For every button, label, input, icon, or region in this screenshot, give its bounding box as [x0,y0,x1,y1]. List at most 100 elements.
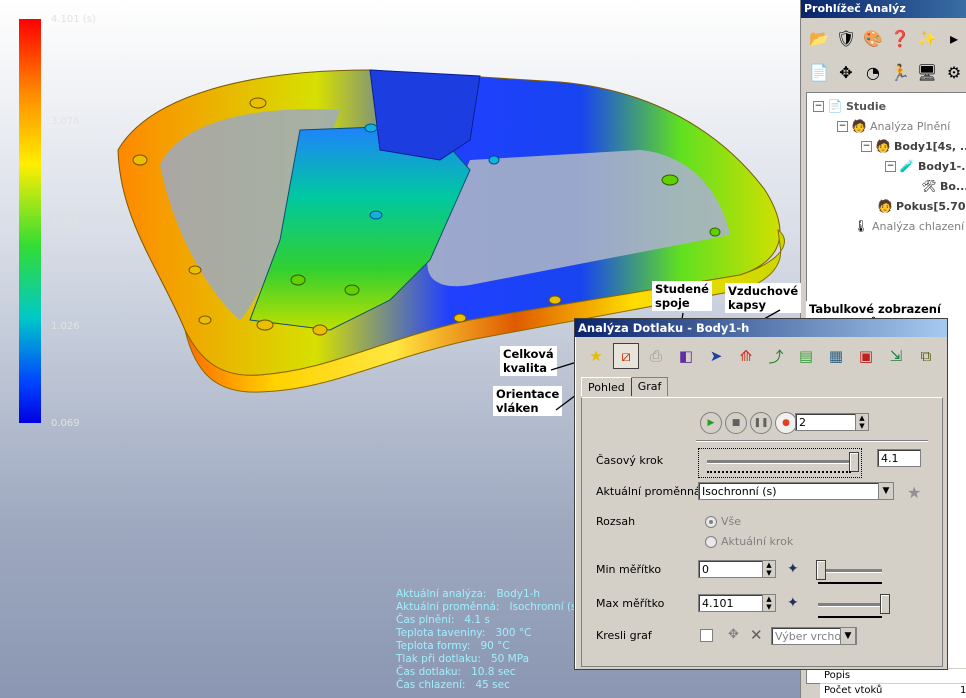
pick-icon[interactable]: ✥ [728,627,739,642]
sink-icon[interactable]: ⟰ [733,343,759,369]
slider-ticks [707,471,851,475]
info-line: Teplota formy: 90 °C [396,640,510,652]
scale-tick-label: 3.076 [51,116,80,127]
collapse-icon[interactable]: − [885,160,896,172]
casovy-krok-input[interactable]: 4.1 [877,449,921,467]
panel-toolbar-2: 📄 ✥ ◔ 🏃 🖥 ⚙ [807,60,966,84]
time-step-slider[interactable] [698,448,862,478]
help-icon[interactable]: ❓ [888,26,912,50]
cool-icon: 🛠 [921,179,937,193]
max-meritko-spinner[interactable]: ▲ ▼ [762,594,776,612]
thermometer-icon: 🌡 [853,219,869,233]
prop-popis[interactable]: Popis [820,668,966,683]
star-icon[interactable]: ★ [583,343,609,369]
min-slider-track [818,569,882,573]
tree-node-body1-h[interactable]: − 🧪 Body1-... [885,158,966,174]
fiber-orientation-icon[interactable]: ⧄ [613,343,639,369]
chevron-down-icon[interactable]: ▼ [878,482,894,500]
casovy-krok-label: Časový krok [596,454,664,467]
kresli-graf-label: Kresli graf [596,629,652,642]
weld-lines-icon[interactable]: ◧ [673,343,699,369]
chevron-down-icon[interactable]: ▼ [840,627,856,645]
tree-node-plneni[interactable]: − 🧑 Analýza Plnění [837,118,950,134]
settings-icon[interactable]: ⚙ [942,60,966,84]
scale-min-label: 0.069 [51,418,80,429]
tree-node-chlazeni[interactable]: 🌡 Analýza chlazení [853,218,964,234]
collapse-icon[interactable]: − [837,120,848,132]
wand-icon[interactable]: ✦ [787,561,799,577]
panel-toolbar-1: 📂 🛡 🎨 ❓ ✨ ▸ [807,26,966,50]
info-line: Čas chlazení: 45 sec [396,679,510,691]
report-icon[interactable]: ⧉ [913,343,939,369]
play-icon[interactable]: ▶ [700,412,722,434]
radio-aktualni-krok[interactable]: Aktuální krok [705,535,793,548]
printer-icon[interactable]: ⎙ [643,343,669,369]
stop-icon[interactable]: ■ [725,412,747,434]
fill-icon[interactable]: 🎨 [861,26,885,50]
min-slider-thumb[interactable] [816,560,826,580]
pause-icon[interactable]: ❚❚ [750,412,772,434]
pack-analysis-dialog: Analýza Dotlaku - Body1-h ★ ⧄ ⎙ ◧ ➤ ⟰ ⤴ … [574,318,948,670]
info-line: Tlak při dotlaku: 50 MPa [396,653,530,665]
panel-title: Prohlížeč Analýz [801,0,966,18]
aktualni-promenna-select[interactable]: Isochronní (s) [698,482,894,500]
step-count-input[interactable]: 2 [795,413,857,431]
star-icon[interactable]: ★ [907,483,921,502]
dialog-title: Analýza Dotlaku - Body1-h [575,319,947,337]
run-icon[interactable]: 🏃 [888,60,912,84]
slider-underline [818,582,882,584]
rozsah-label: Rozsah [596,515,636,528]
divider [696,440,928,442]
close-icon[interactable]: ✕ [750,626,763,644]
kresli-graf-checkbox[interactable] [700,629,713,642]
mesh-icon[interactable]: ▤ [793,343,819,369]
document-icon: 📄 [827,99,843,113]
analysis-icon: 🧑 [851,119,867,133]
deflection-icon[interactable]: ⤴ [763,343,789,369]
callout-celkova-kvalita: Celková kvalita [500,346,557,376]
report-icon[interactable]: 🖥 [915,60,939,84]
analysis-info: Aktuální analýza: Body1-h Aktuální promě… [396,588,581,692]
scale-tick-label: 1.026 [51,321,80,332]
gauge-icon[interactable]: ◔ [861,60,885,84]
callout-studene-spoje: Studené spoje [652,281,712,311]
callout-vzduchove-kapsy: Vzduchové kapsy [725,283,802,313]
export-icon[interactable]: ⇲ [883,343,909,369]
property-grid: Popis Počet vtoků 1 [820,668,966,698]
slider-track [707,460,851,464]
tree-node-studie[interactable]: − 📄 Studie [813,98,886,114]
tree-node-pokus[interactable]: 🧑 Pokus[5.70... [877,198,966,214]
mesh-icon[interactable]: ✥ [834,60,858,84]
scale-tick-label: 2.051 [51,219,80,230]
tab-pohled[interactable]: Pohled [581,377,632,396]
air-traps-icon[interactable]: ➤ [703,343,729,369]
camera-icon[interactable]: ▣ [853,343,879,369]
slider-thumb[interactable] [849,452,859,472]
min-meritko-spinner[interactable]: ▲ ▼ [762,560,776,578]
max-slider-thumb[interactable] [880,594,890,614]
min-meritko-input[interactable]: 0 [698,560,766,578]
record-icon[interactable]: ● [775,412,797,434]
slider-underline [818,616,882,618]
more-icon[interactable]: ▸ [942,26,966,50]
info-line: Teplota taveniny: 300 °C [396,627,532,639]
folder-icon[interactable]: 📂 [807,26,831,50]
tab-body-pohled: ▶ ■ ❚❚ ● 2 ▲ ▼ Časový krok 4.1 Aktuální p… [581,397,943,667]
table-icon[interactable]: ▦ [823,343,849,369]
wand-icon[interactable]: ✦ [787,595,799,611]
aktualni-promenna-label: Aktuální proměnná [596,485,701,498]
max-meritko-input[interactable]: 4.101 [698,594,766,612]
radio-vse[interactable]: Vše [705,515,741,528]
new-doc-icon[interactable]: 📄 [807,60,831,84]
step-count-spinner[interactable]: ▲ ▼ [855,413,869,431]
tab-graf[interactable]: Graf [630,377,669,396]
tree-node-bo[interactable]: 🛠 Bo... [921,178,966,194]
callout-orientace-vlaken: Orientace vláken [493,386,563,416]
wand-icon[interactable]: ✨ [915,26,939,50]
prop-pocet-vtoku[interactable]: Počet vtoků 1 [820,683,966,698]
tree-node-body1[interactable]: − 🧑 Body1[4s, ... [861,138,966,154]
dialog-toolbar: ★ ⧄ ⎙ ◧ ➤ ⟰ ⤴ ▤ ▦ ▣ ⇲ ⧉ [583,343,939,369]
shield-icon[interactable]: 🛡 [834,26,858,50]
collapse-icon[interactable]: − [813,100,824,112]
collapse-icon[interactable]: − [861,140,872,152]
